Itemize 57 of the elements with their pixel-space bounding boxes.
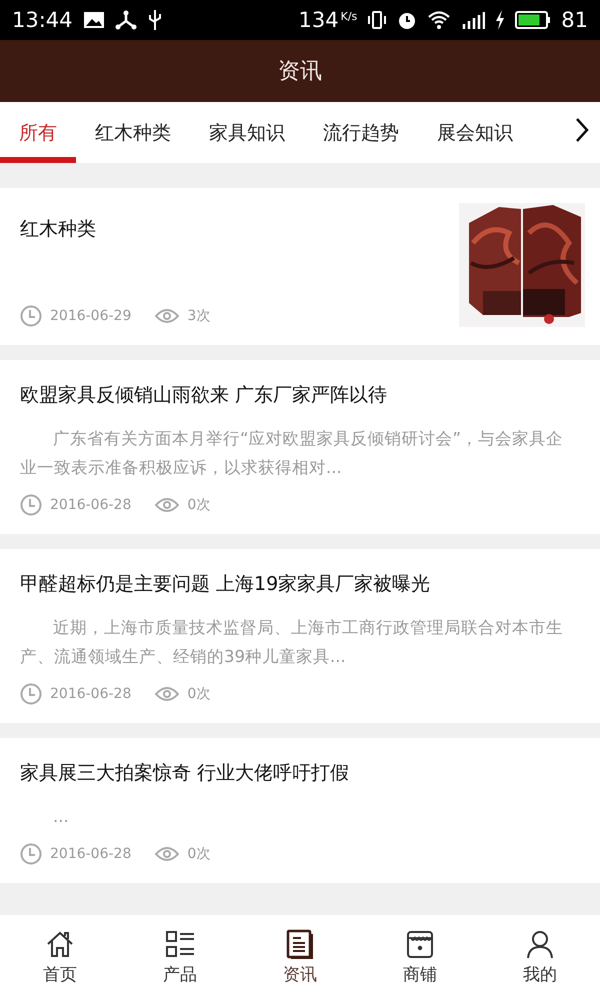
list-icon [165, 929, 195, 959]
article-title: 红木种类 [20, 217, 97, 242]
publish-date: 2016-06-28 [50, 846, 132, 862]
clock-time: 13:44 [12, 8, 73, 32]
article-card[interactable]: 红木种类 2016-06-29 3次 [0, 188, 600, 345]
nav-tab[interactable]: 我的 [480, 915, 600, 1000]
speed-unit: K/s [340, 10, 358, 23]
article-excerpt: 近期，上海市质量技术监督局、上海市工商行政管理局联合对本市生产、流通领域生产、经销的39种儿童家具... [20, 617, 564, 668]
article-card[interactable]: 欧盟家具反倾销山雨欲来 广东厂家严阵以待 广东省有关方面本月举行“应对欧盟家具反倾销研讨会”，与会家具企业一致表示准备积极应诉，以求获得相对... 2016-06-28 0次 [0, 360, 600, 534]
home-icon [45, 929, 75, 959]
shop-icon [405, 929, 435, 959]
article-title: 家具展三大拍案惊奇 行业大佬呼吁打假 [20, 761, 350, 786]
article-title: 甲醛超标仍是主要问题 上海19家家具厂家被曝光 [20, 572, 432, 597]
publish-date: 2016-06-29 [50, 308, 132, 324]
charging-icon [495, 10, 506, 30]
category-tab[interactable]: 红木种类 [76, 102, 190, 163]
publish-date: 2016-06-28 [50, 497, 132, 513]
page-title: 资讯 [278, 58, 322, 86]
vibrate-icon [367, 10, 388, 30]
nav-tab[interactable]: 首页 [0, 915, 120, 1000]
view-count: 0次 [187, 496, 210, 514]
nav-tab[interactable]: 资讯 [240, 915, 360, 1000]
article-excerpt: 广东省有关方面本月举行“应对欧盟家具反倾销研讨会”，与会家具企业一致表示准备积极应诉，以求获得相对... [20, 428, 564, 479]
view-count: 0次 [187, 685, 210, 703]
alarm-icon [397, 10, 418, 30]
network-speed: 134 [298, 8, 339, 32]
eye-icon [155, 686, 180, 702]
publish-date: 2016-06-28 [50, 686, 132, 702]
clock-icon [20, 683, 42, 705]
article-card[interactable]: 甲醛超标仍是主要问题 上海19家家具厂家被曝光 近期，上海市质量技术监督局、上海市工商行政管理局联合对本市生产、流通领域生产、经销的39种儿童家具... 2016-06-28 0次 [0, 549, 600, 723]
image-icon [82, 11, 105, 29]
user-icon [525, 929, 555, 959]
category-tab[interactable]: 流行趋势 [304, 102, 418, 163]
newspaper-icon [285, 929, 315, 959]
battery-icon [515, 10, 552, 30]
battery-percent: 81 [561, 8, 588, 32]
category-tab[interactable]: 展会知识 [418, 102, 532, 163]
nav-tab[interactable]: 商铺 [360, 915, 480, 1000]
clock-icon [20, 494, 42, 516]
clock-icon [20, 305, 42, 327]
category-tab[interactable]: 所有 [0, 102, 76, 163]
eye-icon [155, 846, 180, 862]
eye-icon [155, 308, 180, 324]
article-title: 欧盟家具反倾销山雨欲来 广东厂家严阵以待 [20, 383, 388, 408]
view-count: 3次 [187, 307, 210, 325]
share-icon [114, 10, 137, 30]
category-tab[interactable]: 家具知识 [190, 102, 304, 163]
chevron-right-icon[interactable] [574, 116, 590, 142]
signal-icon [461, 10, 486, 30]
article-card[interactable]: 家具展三大拍案惊奇 行业大佬呼吁打假 ... 2016-06-28 0次 [0, 738, 600, 883]
article-excerpt: ... [52, 806, 70, 828]
view-count: 0次 [187, 845, 210, 863]
eye-icon [155, 497, 180, 513]
clock-icon [20, 843, 42, 865]
usb-icon [146, 9, 163, 31]
nav-tab[interactable]: 产品 [120, 915, 240, 1000]
wifi-icon [427, 10, 452, 30]
